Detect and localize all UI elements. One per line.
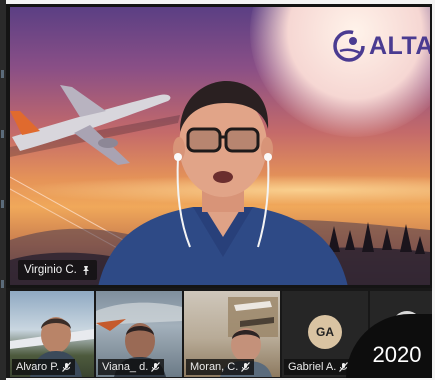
participant-name: Alvaro P.	[16, 361, 60, 373]
participant-label: Moran, C.	[186, 359, 255, 375]
active-speaker-video[interactable]: ALTA Virginio C.	[10, 7, 430, 285]
avatar: GA	[308, 315, 342, 349]
participant-gallery: Alvaro P. Viana_ d. Moran, C. GA Gabriel…	[6, 288, 432, 378]
participant-label: Viana_ d.	[98, 359, 165, 375]
speaker-name: Virginio C.	[24, 264, 77, 276]
participant-tile[interactable]: Viana_ d.	[96, 291, 182, 377]
participant-name: Moran, C.	[190, 361, 239, 373]
alta-logo: ALTA	[332, 29, 430, 63]
pin-icon[interactable]	[81, 265, 91, 275]
participant-tile[interactable]: Alvaro P.	[10, 291, 94, 377]
alta-logo-text: ALTA	[369, 31, 430, 60]
mic-muted-icon	[241, 362, 251, 372]
participant-tile[interactable]: Moran, C.	[184, 291, 280, 377]
year-badge-text: 2020	[372, 342, 422, 367]
participant-name: Gabriel A.	[288, 361, 337, 373]
participant-name: Viana_ d.	[102, 361, 149, 373]
mic-muted-icon	[62, 362, 72, 372]
mic-muted-icon	[151, 362, 161, 372]
alta-logo-mark	[333, 30, 365, 62]
speaker-person	[98, 81, 348, 285]
speaker-name-tag: Virginio C.	[18, 260, 97, 280]
participant-label: Gabriel A.	[284, 359, 353, 375]
video-call-window: ALTA Virginio C. Alvaro P. Viana_ d. Mor…	[6, 4, 432, 378]
participant-label: Alvaro P.	[12, 359, 76, 375]
